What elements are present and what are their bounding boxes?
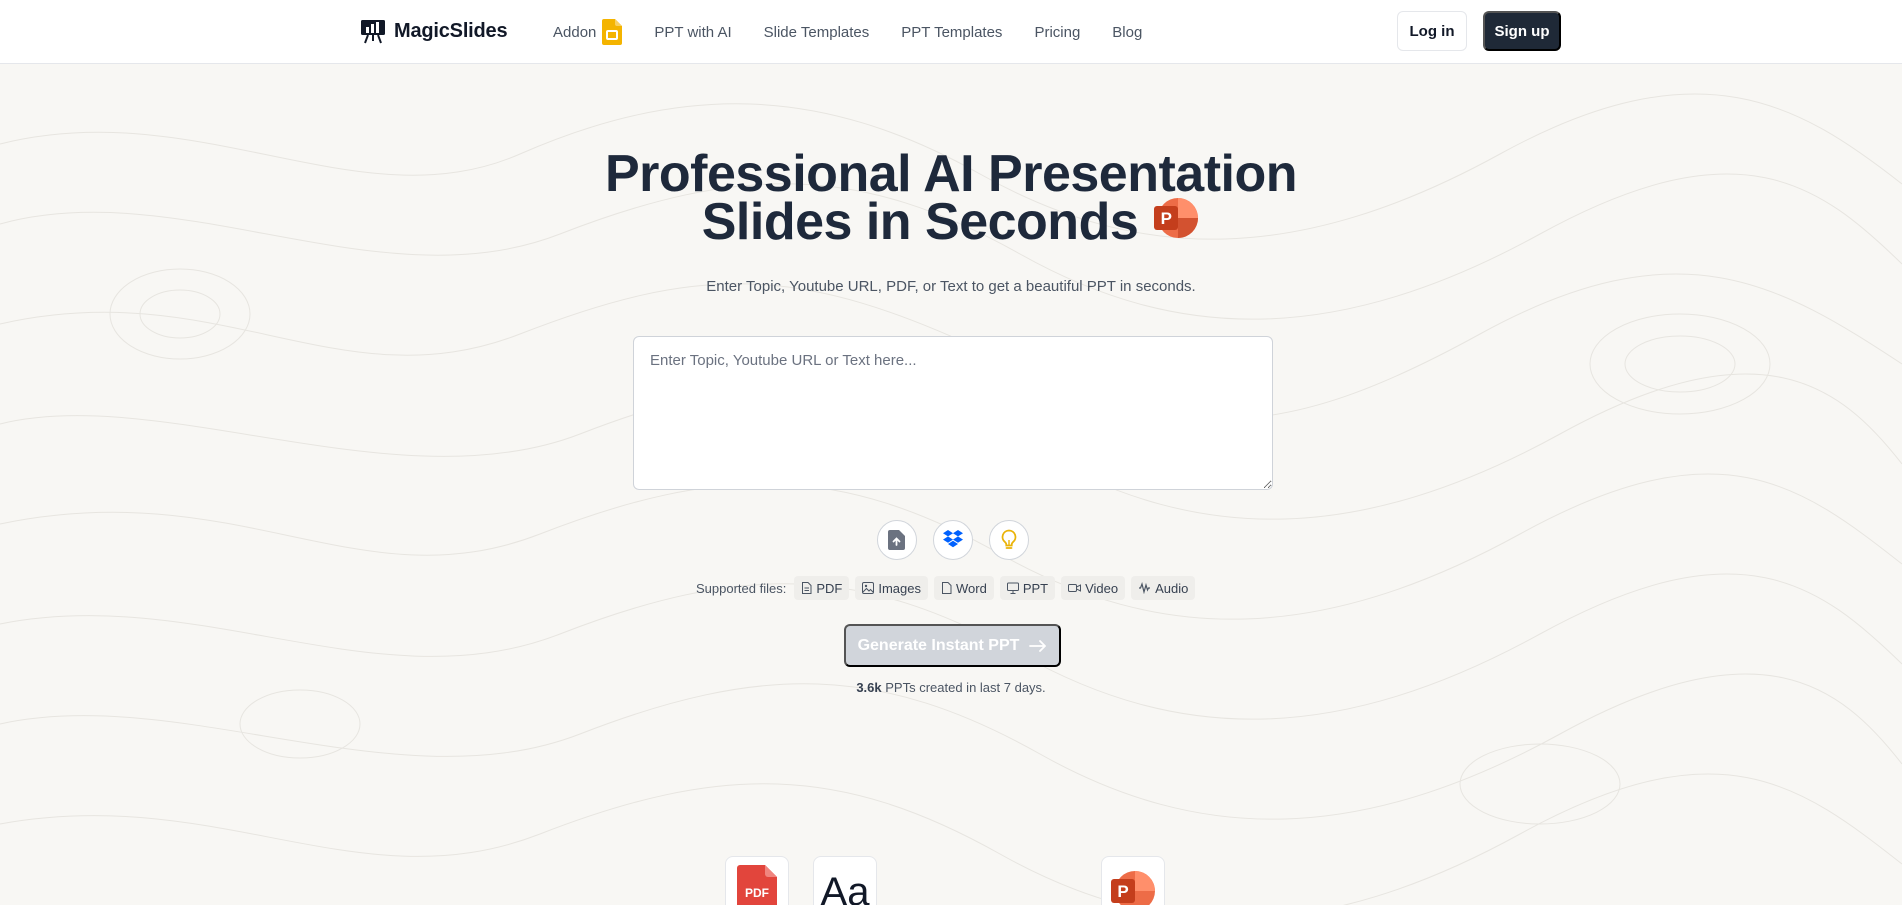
nav-blog-label: Blog xyxy=(1112,23,1143,41)
image-icon xyxy=(862,582,875,594)
filetype-video-label: Video xyxy=(1085,580,1119,596)
hero-subtitle: Enter Topic, Youtube URL, PDF, or Text t… xyxy=(706,278,1196,295)
lightbulb-icon xyxy=(1001,529,1017,549)
generate-ppt-label: Generate Instant PPT xyxy=(857,636,1020,654)
supported-files-label: Supported files: xyxy=(696,580,787,596)
main-nav: Addon PPT with AI Slide Templates PPT Te… xyxy=(553,0,1174,64)
presentation-board-icon xyxy=(361,20,385,44)
powerpoint-tile: P xyxy=(1101,856,1165,905)
powerpoint-icon: P xyxy=(1152,194,1200,249)
video-icon xyxy=(1068,584,1082,592)
filetype-images[interactable]: Images xyxy=(855,576,928,600)
google-slides-icon xyxy=(602,19,623,45)
hero-section: Professional AI Presentation Slides in S… xyxy=(0,0,1902,905)
supported-files: Supported files: PDF Images Word PPT Vid… xyxy=(696,576,1196,600)
signup-button[interactable]: Sign up xyxy=(1483,11,1561,51)
top-navbar: MagicSlides Addon PPT with AI Slide Temp… xyxy=(0,0,1902,64)
nav-ppt-templates[interactable]: PPT Templates xyxy=(901,24,1002,41)
arrow-right-icon xyxy=(1029,639,1047,652)
file-icon xyxy=(802,582,812,594)
filetype-video[interactable]: Video xyxy=(1061,576,1126,600)
login-button[interactable]: Log in xyxy=(1397,11,1467,51)
generate-ppt-button[interactable]: Generate Instant PPT xyxy=(844,624,1061,667)
filetype-ppt[interactable]: PPT xyxy=(999,576,1056,600)
font-tile: Aa xyxy=(813,856,877,905)
svg-text:Aa: Aa xyxy=(821,870,871,905)
presentation-icon xyxy=(1006,582,1019,594)
filetype-pdf-label: PDF xyxy=(816,580,843,596)
hero-title-line2: Slides in Seconds xyxy=(701,193,1139,252)
powerpoint-icon: P xyxy=(1111,871,1155,905)
filetype-audio[interactable]: Audio xyxy=(1131,576,1196,600)
idea-button[interactable] xyxy=(989,520,1029,560)
nav-ppt-templates-label: PPT Templates xyxy=(901,23,1003,41)
audio-wave-icon xyxy=(1139,582,1151,594)
nav-slide-templates[interactable]: Slide Templates xyxy=(764,24,870,41)
pdf-tile: PDF xyxy=(725,856,789,905)
brand-logo[interactable]: MagicSlides xyxy=(360,18,508,44)
nav-addon-label: Addon xyxy=(553,23,597,41)
svg-text:P: P xyxy=(1117,882,1128,901)
usage-stats: 3.6k PPTs created in last 7 days. xyxy=(551,680,1351,695)
font-icon: Aa xyxy=(821,870,871,905)
file-icon xyxy=(941,582,952,594)
nav-pricing-label: Pricing xyxy=(1034,23,1081,41)
nav-pricing[interactable]: Pricing xyxy=(1034,24,1080,41)
nav-ppt-with-ai-label: PPT with AI xyxy=(654,23,732,41)
usage-count: 3.6k xyxy=(856,680,882,695)
file-upload-icon xyxy=(888,530,905,550)
hero-title: Professional AI Presentation Slides in S… xyxy=(551,148,1351,253)
topic-input[interactable] xyxy=(633,336,1273,490)
filetype-pdf[interactable]: PDF xyxy=(794,576,850,600)
nav-slide-templates-label: Slide Templates xyxy=(763,23,870,41)
filetype-audio-label: Audio xyxy=(1155,580,1189,596)
filetype-word-label: Word xyxy=(955,580,987,596)
svg-text:PDF: PDF xyxy=(745,886,769,900)
usage-text: PPTs created in last 7 days. xyxy=(885,680,1046,695)
nav-ppt-with-ai[interactable]: PPT with AI xyxy=(654,24,731,41)
filetype-word[interactable]: Word xyxy=(933,576,994,600)
filetype-ppt-label: PPT xyxy=(1022,580,1049,596)
dropbox-button[interactable] xyxy=(933,520,973,560)
filetype-images-label: Images xyxy=(878,580,921,596)
dropbox-icon xyxy=(943,530,963,548)
upload-file-button[interactable] xyxy=(877,520,917,560)
nav-addon[interactable]: Addon xyxy=(553,19,623,45)
pdf-file-icon: PDF xyxy=(737,865,777,905)
nav-blog[interactable]: Blog xyxy=(1112,24,1142,41)
svg-text:P: P xyxy=(1161,209,1172,228)
brand-name: MagicSlides xyxy=(394,19,508,42)
